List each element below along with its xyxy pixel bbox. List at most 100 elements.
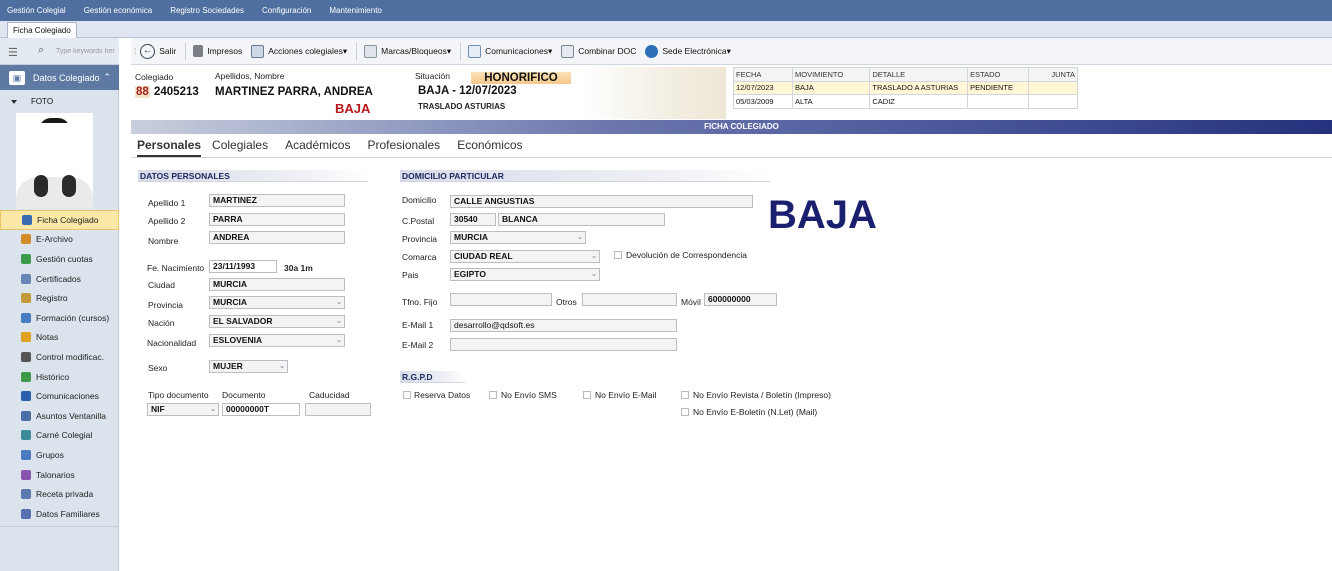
dropdown-caret-icon: ▾ <box>342 45 348 56</box>
sidebar-item-label: Grupos <box>36 449 64 460</box>
movil-field[interactable]: 600000000 <box>704 293 777 306</box>
sidebar-item[interactable]: Receta privada <box>0 484 119 504</box>
foto-group[interactable]: FOTO <box>11 97 53 106</box>
ciudad-field[interactable]: MURCIA <box>209 278 345 291</box>
tab-economicos[interactable]: Económicos <box>457 138 522 157</box>
combinar-doc-button[interactable]: Combinar DOC <box>561 44 637 58</box>
documento-field[interactable]: 00000000T <box>222 403 300 416</box>
table-row[interactable]: 12/07/2023 BAJA TRASLADO A ASTURIAS PENDIEN… <box>732 80 1078 95</box>
devolucion-checkbox[interactable] <box>614 251 622 259</box>
provincia-domicilio-value: MURCIA <box>454 232 488 242</box>
comunicaciones-label: Comunicaciones <box>485 46 548 56</box>
honorifico-badge: HONORIFICO <box>471 72 571 84</box>
domicilio-field[interactable]: CALLE ANGUSTIAS <box>450 195 753 208</box>
apellido1-field[interactable]: MARTINEZ <box>209 194 345 207</box>
sidebar-item-label: Certificados <box>36 273 81 284</box>
otros-field[interactable] <box>582 293 677 306</box>
sidebar-item[interactable]: Asuntos Ventanilla <box>0 406 119 426</box>
column-header[interactable]: FECHA <box>732 67 794 82</box>
tab-ficha-colegiado[interactable]: Ficha Colegiado <box>7 22 77 38</box>
localidad-field[interactable]: BLANCA <box>498 213 665 226</box>
hamburger-icon[interactable]: ☰ <box>8 46 18 59</box>
tfno-field[interactable] <box>450 293 552 306</box>
column-header[interactable]: DETALLE <box>869 67 969 82</box>
globe-icon <box>645 44 659 58</box>
menu-gestion-economica[interactable]: Gestión económica <box>84 6 152 15</box>
no-revista-checkbox[interactable] <box>681 391 689 399</box>
nombre-field[interactable]: ANDREA <box>209 231 345 244</box>
chevron-up-icon[interactable]: ⌃ <box>104 72 112 83</box>
sidebar-item[interactable]: Grupos <box>0 445 119 465</box>
column-header[interactable]: MOVIMIENTO <box>792 67 871 82</box>
sidebar-item-label: Registro <box>36 293 68 304</box>
sidebar-section-header[interactable]: ▣ Datos Colegiado ⌃ <box>0 65 119 90</box>
tipodoc-select[interactable]: NIF ⌄ <box>147 403 219 416</box>
tab-academicos[interactable]: Académicos <box>285 138 350 157</box>
acciones-colegiales-dropdown[interactable]: Acciones colegiales ▾ <box>251 44 348 58</box>
comunicaciones-dropdown[interactable]: Comunicaciones ▾ <box>468 44 552 58</box>
menu-registro-sociedades[interactable]: Registro Sociedades <box>170 6 244 15</box>
apellido2-field[interactable]: PARRA <box>209 213 345 226</box>
email1-label: E-Mail 1 <box>402 320 434 330</box>
family-icon <box>21 508 31 519</box>
menu-mantenimiento[interactable]: Mantenimiento <box>329 6 381 15</box>
magnifier-doc-icon <box>251 44 265 58</box>
no-sms-checkbox[interactable] <box>489 391 497 399</box>
sidebar-item[interactable]: Talonarios <box>0 465 119 485</box>
sidebar-item[interactable]: Formación (cursos) <box>0 308 119 328</box>
no-email-checkbox[interactable] <box>583 391 591 399</box>
caducidad-field[interactable] <box>305 403 371 416</box>
tab-personales[interactable]: Personales <box>137 138 202 157</box>
sidebar-item[interactable]: Ficha Colegiado <box>0 210 119 230</box>
sexo-select[interactable]: MUJER ⌄ <box>209 360 288 373</box>
menu-gestion-colegial[interactable]: Gestión Colegial <box>7 6 66 15</box>
column-header[interactable]: JUNTA <box>1028 67 1078 82</box>
marcas-bloqueos-dropdown[interactable]: Marcas/Bloqueos ▾ <box>364 44 451 58</box>
tab-colegiales[interactable]: Colegiales <box>212 138 268 157</box>
situacion-value: BAJA - 12/07/2023 <box>418 85 517 97</box>
archive-icon <box>21 234 31 245</box>
communications-icon <box>21 391 31 402</box>
nacionalidad-select[interactable]: ESLOVENIA ⌄ <box>209 334 345 347</box>
top-menubar: Gestión Colegial Gestión económica Regis… <box>0 0 1332 21</box>
sidebar-item[interactable]: Control modificac. <box>0 347 119 367</box>
chevron-down-icon: ⌄ <box>591 271 597 278</box>
reserva-datos-checkbox[interactable] <box>403 391 411 399</box>
nacimiento-field[interactable]: 23/11/1993 <box>209 260 277 273</box>
provincia-personal-select[interactable]: MURCIA ⌄ <box>209 296 345 309</box>
column-header[interactable]: ESTADO <box>967 67 1030 82</box>
sidebar-item[interactable]: Notas <box>0 328 119 348</box>
nacion-select[interactable]: EL SALVADOR ⌄ <box>209 315 345 328</box>
sede-electronica-dropdown[interactable]: Sede Electrónica ▾ <box>645 44 731 58</box>
sidebar: ☰ ⌕ Type keywords her ▣ Datos Colegiado … <box>0 38 119 571</box>
sidebar-item[interactable]: Comunicaciones <box>0 386 119 406</box>
table-row[interactable]: 05/03/2009 ALTA CADIZ <box>732 94 1078 109</box>
comarca-select[interactable]: CIUDAD REAL ⌄ <box>450 250 600 263</box>
movil-label: Móvil <box>681 297 701 307</box>
sidebar-item[interactable]: Histórico <box>0 367 119 387</box>
search-input[interactable]: Type keywords her <box>56 48 115 55</box>
sidebar-item[interactable]: Carné Colegial <box>0 426 119 446</box>
situacion-label: Situación <box>415 71 450 81</box>
tab-profesionales[interactable]: Profesionales <box>367 138 440 157</box>
email2-field[interactable] <box>450 338 677 351</box>
sidebar-item[interactable]: Gestión cuotas <box>0 249 119 269</box>
sidebar-item[interactable]: E-Archivo <box>0 230 119 250</box>
menu-configuracion[interactable]: Configuración <box>262 6 311 15</box>
colegiado-info-panel: Colegiado 88 2405213 Apellidos, Nombre M… <box>131 65 731 120</box>
cp-field[interactable]: 30540 <box>450 213 496 226</box>
email1-field[interactable]: desarrollo@qdsoft.es <box>450 319 677 332</box>
sidebar-item[interactable]: Registro <box>0 288 119 308</box>
sidebar-item[interactable]: Datos Familiares <box>0 504 119 524</box>
comarca-value: CIUDAD REAL <box>454 251 513 261</box>
sidebar-item[interactable]: Certificados <box>0 269 119 289</box>
nacionalidad-label: Nacionalidad <box>147 338 197 348</box>
no-eboletin-checkbox[interactable] <box>681 408 689 416</box>
sidebar-item-label: Datos Familiares <box>36 508 100 519</box>
window-icon <box>21 410 31 421</box>
exit-button[interactable]: ← Salir <box>140 43 176 59</box>
provincia-domicilio-select[interactable]: MURCIA ⌄ <box>450 231 586 244</box>
impresos-button[interactable]: Impresos <box>193 45 242 57</box>
pais-select[interactable]: EGIPTO ⌄ <box>450 268 600 281</box>
combinar-label: Combinar DOC <box>578 46 637 56</box>
